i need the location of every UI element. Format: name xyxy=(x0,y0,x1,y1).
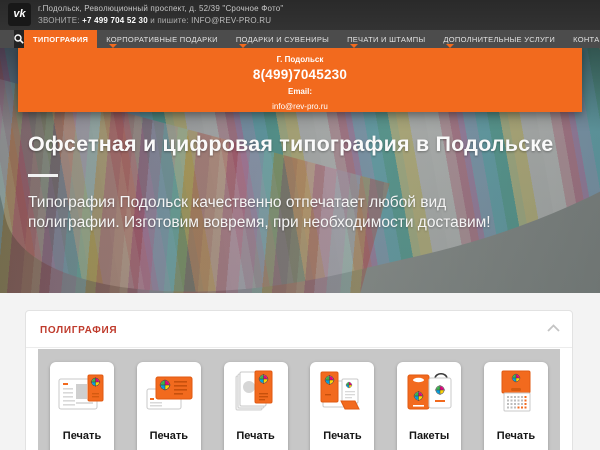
chevron-down-icon xyxy=(238,44,247,48)
page-title: Офсетная и цифровая типография в Подольс… xyxy=(28,132,554,156)
letterhead-icon xyxy=(58,374,104,410)
nav-label: ТИПОГРАФИЯ xyxy=(33,34,89,44)
contact-card: Г. Подольск 8(499)7045230 Email: info@re… xyxy=(18,46,582,112)
polygraphy-tiles: Печать Печать Печать Печать Пакеты Печат… xyxy=(38,349,560,450)
chevron-up-icon[interactable] xyxy=(547,324,560,332)
tile-label: Печать xyxy=(496,430,536,442)
nav-item-dopolnitelnye-uslugi[interactable]: ДОПОЛНИТЕЛЬНЫЕ УСЛУГИ xyxy=(434,30,564,48)
nav-item-podarki-i-suveniry[interactable]: ПОДАРКИ И СУВЕНИРЫ xyxy=(227,30,338,48)
contact-phone[interactable]: 8(499)7045230 xyxy=(18,67,582,82)
nav-label: ДОПОЛНИТЕЛЬНЫЕ УСЛУГИ xyxy=(443,34,556,44)
chevron-down-icon xyxy=(446,44,455,48)
product-tile-business-cards[interactable]: Печать xyxy=(136,362,201,450)
contact-city: Г. Подольск xyxy=(276,55,324,64)
vk-icon[interactable]: vk xyxy=(8,3,31,26)
tile-label: Пакеты xyxy=(409,430,450,442)
main-nav: ТИПОГРАФИЯ КОРПОРАТИВНЫЕ ПОДАРКИ ПОДАРКИ… xyxy=(0,30,600,48)
nav-label: ПОДАРКИ И СУВЕНИРЫ xyxy=(235,34,330,44)
nav-item-pechati-i-shtampy[interactable]: ПЕЧАТИ И ШТАМПЫ xyxy=(338,30,434,48)
tile-label: Печать xyxy=(236,430,275,442)
topbar-phone[interactable]: +7 499 704 52 30 xyxy=(82,16,148,25)
call-label: ЗВОНИТЕ: xyxy=(38,16,80,25)
calendar-icon xyxy=(501,370,531,412)
top-bar: vk г.Подольск, Революционный проспект, д… xyxy=(0,0,600,30)
search-button[interactable] xyxy=(14,30,24,48)
nav-label: КОРПОРАТИВНЫЕ ПОДАРКИ xyxy=(106,34,218,44)
business-cards-icon xyxy=(146,376,193,410)
hero-subtitle: Типография Подольск качественно отпечата… xyxy=(28,194,491,231)
polygraphy-header[interactable]: ПОЛИГРАФИЯ xyxy=(26,311,572,348)
polygraphy-title: ПОЛИГРАФИЯ xyxy=(40,325,118,336)
nav-label: КОНТАКТЫ xyxy=(573,34,600,44)
page: vk г.Подольск, Революционный проспект, д… xyxy=(0,0,600,450)
contact-email-label: Email: xyxy=(287,87,312,96)
address-text: г.Подольск, Революционный проспект, д. 5… xyxy=(38,4,284,13)
polygraphy-card: ПОЛИГРАФИЯ Печать Печать Печать Печать П… xyxy=(25,310,573,450)
product-tile-flyers[interactable]: Печать xyxy=(223,362,288,450)
product-tile-letterhead[interactable]: Печать xyxy=(50,362,114,450)
product-tile-calendar[interactable]: Печать xyxy=(483,362,548,450)
bags-icon xyxy=(407,372,452,410)
tile-label: Печать xyxy=(62,430,102,442)
nav-item-tipografiya[interactable]: ТИПОГРАФИЯ xyxy=(24,30,98,48)
title-underline xyxy=(28,174,58,177)
chevron-down-icon xyxy=(109,44,118,48)
nav-item-kontakty[interactable]: КОНТАКТЫ xyxy=(564,30,600,48)
nav-label: ПЕЧАТИ И ШТАМПЫ xyxy=(347,34,426,44)
write-label: и пишите: xyxy=(150,16,189,25)
chevron-down-icon xyxy=(350,44,359,48)
contact-email[interactable]: info@rev-pro.ru xyxy=(18,102,582,111)
tile-label: Печать xyxy=(323,430,362,442)
search-icon xyxy=(14,34,24,44)
flyers-stack-icon xyxy=(235,370,273,411)
booklet-icon xyxy=(320,371,361,410)
contact-line: ЗВОНИТЕ: +7 499 704 52 30 и пишите: INFO… xyxy=(38,16,271,25)
tile-label: Печать xyxy=(149,430,188,442)
hero-content: Офсетная и цифровая типография в Подольс… xyxy=(28,132,573,233)
topbar-email[interactable]: INFO@REV-PRO.RU xyxy=(191,16,271,25)
product-tile-bags[interactable]: Пакеты xyxy=(397,362,462,450)
nav-item-korporativnye-podarki[interactable]: КОРПОРАТИВНЫЕ ПОДАРКИ xyxy=(97,30,227,48)
product-tile-booklet[interactable]: Печать xyxy=(310,362,375,450)
